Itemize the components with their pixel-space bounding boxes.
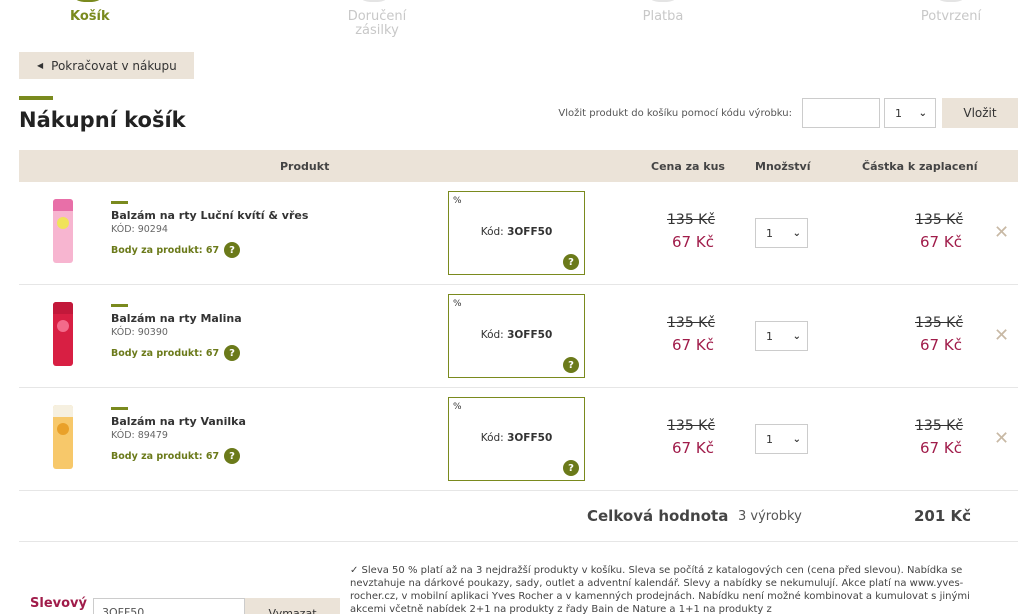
remove-item-icon[interactable]: ✕ xyxy=(994,428,1009,449)
total-value: 201 Kč xyxy=(914,507,972,525)
chevron-down-icon: ⌄ xyxy=(792,433,801,445)
help-icon[interactable]: ? xyxy=(224,242,241,258)
total-new-price: 67 Kč xyxy=(920,233,962,251)
help-icon[interactable]: ? xyxy=(224,345,241,361)
help-icon[interactable]: ? xyxy=(563,357,579,373)
table-header: Produkt Cena za kus Množství Částka k za… xyxy=(19,150,1018,182)
chevron-down-icon: ⌄ xyxy=(792,227,801,239)
step-cart: Košík xyxy=(70,9,110,24)
product-name[interactable]: Balzám na rty Luční kvítí & vřes xyxy=(111,209,308,222)
add-qty-select[interactable]: 1 ⌄ xyxy=(884,98,936,128)
cart-row: Balzám na rty Vanilka KÓD: 89479 Body za… xyxy=(19,388,1018,491)
unit-new-price: 67 Kč xyxy=(672,233,714,251)
cart-total-row: Celková hodnota 3 výrobky 201 Kč xyxy=(19,490,1018,542)
continue-shopping-label: Pokračovat v nákupu xyxy=(51,58,177,73)
promo-box: % Kód: 3OFF50 ? xyxy=(448,191,585,275)
checkout-steps: Košík Doručení zásilky Platba Potvrzení xyxy=(0,0,1032,44)
chevron-down-icon: ⌄ xyxy=(792,330,801,342)
continue-shopping-button[interactable]: ◀ Pokračovat v nákupu xyxy=(19,52,194,79)
step-indicator xyxy=(645,0,681,2)
total-old-price: 135 Kč xyxy=(915,212,964,228)
unit-new-price: 67 Kč xyxy=(672,439,714,457)
discount-terms-note: ✓ Sleva 50 % platí až na 3 nejdražší pro… xyxy=(350,565,970,614)
step-delivery: Doručení zásilky xyxy=(347,9,407,38)
cart-row: Balzám na rty Malina KÓD: 90390 Body za … xyxy=(19,285,1018,388)
col-unit-price: Cena za kus xyxy=(651,160,725,173)
total-item-count: 3 výrobky xyxy=(738,509,802,524)
unit-new-price: 67 Kč xyxy=(672,336,714,354)
promo-box: % Kód: 3OFF50 ? xyxy=(448,294,585,378)
product-accent xyxy=(111,304,128,307)
step-indicator-active xyxy=(70,0,106,2)
quantity-select[interactable]: 1 ⌄ xyxy=(755,424,808,454)
page-title: Nákupní košík xyxy=(19,108,186,132)
unit-old-price: 135 Kč xyxy=(667,315,716,331)
step-indicator xyxy=(933,0,969,2)
chevron-down-icon: ⌄ xyxy=(918,107,927,119)
percent-icon: % xyxy=(453,402,462,412)
col-total: Částka k zaplacení xyxy=(862,160,978,173)
product-code: KÓD: 90294 xyxy=(111,224,168,235)
promo-code-text: Kód: 3OFF50 xyxy=(480,226,553,238)
product-code: KÓD: 89479 xyxy=(111,430,168,441)
percent-icon: % xyxy=(453,196,462,206)
add-by-code: Vložit produkt do košíku pomocí kódu výr… xyxy=(558,98,1018,128)
remove-item-icon[interactable]: ✕ xyxy=(994,222,1009,243)
unit-old-price: 135 Kč xyxy=(667,212,716,228)
promo-code-text: Kód: 3OFF50 xyxy=(480,329,553,341)
product-image[interactable] xyxy=(53,302,73,366)
step-indicator xyxy=(356,0,392,2)
insert-button[interactable]: Vložit xyxy=(942,98,1018,128)
unit-old-price: 135 Kč xyxy=(667,418,716,434)
title-accent xyxy=(19,96,53,100)
product-accent xyxy=(111,201,128,204)
product-image[interactable] xyxy=(53,199,73,263)
caret-left-icon: ◀ xyxy=(37,61,44,70)
promo-box: % Kód: 3OFF50 ? xyxy=(448,397,585,481)
col-product: Produkt xyxy=(280,160,330,173)
total-label: Celková hodnota xyxy=(587,507,729,525)
product-points: Body za produkt: 67? xyxy=(111,242,241,258)
promo-code-text: Kód: 3OFF50 xyxy=(480,432,553,444)
product-accent xyxy=(111,407,128,410)
product-name[interactable]: Balzám na rty Vanilka xyxy=(111,415,246,428)
remove-item-icon[interactable]: ✕ xyxy=(994,325,1009,346)
help-icon[interactable]: ? xyxy=(224,448,241,464)
col-quantity: Množství xyxy=(755,160,811,173)
add-by-code-label: Vložit produkt do košíku pomocí kódu výr… xyxy=(558,107,792,119)
product-points: Body za produkt: 67? xyxy=(111,448,241,464)
discount-code-input[interactable]: 3OFF50 xyxy=(93,598,245,614)
product-name[interactable]: Balzám na rty Malina xyxy=(111,312,242,325)
step-payment: Platba xyxy=(642,9,684,24)
clear-discount-button[interactable]: Vymazat xyxy=(245,598,340,614)
total-new-price: 67 Kč xyxy=(920,439,962,457)
help-icon[interactable]: ? xyxy=(563,254,579,270)
quantity-select[interactable]: 1 ⌄ xyxy=(755,218,808,248)
total-old-price: 135 Kč xyxy=(915,418,964,434)
product-points: Body za produkt: 67? xyxy=(111,345,241,361)
total-old-price: 135 Kč xyxy=(915,315,964,331)
percent-icon: % xyxy=(453,299,462,309)
cart-row: Balzám na rty Luční kvítí & vřes KÓD: 90… xyxy=(19,182,1018,285)
help-icon[interactable]: ? xyxy=(563,460,579,476)
product-code: KÓD: 90390 xyxy=(111,327,168,338)
product-image[interactable] xyxy=(53,405,73,469)
product-code-input[interactable] xyxy=(802,98,880,128)
total-new-price: 67 Kč xyxy=(920,336,962,354)
step-confirmation: Potvrzení xyxy=(920,9,982,24)
add-qty-value: 1 xyxy=(895,106,902,120)
quantity-select[interactable]: 1 ⌄ xyxy=(755,321,808,351)
discount-label: Slevový xyxy=(30,596,87,611)
